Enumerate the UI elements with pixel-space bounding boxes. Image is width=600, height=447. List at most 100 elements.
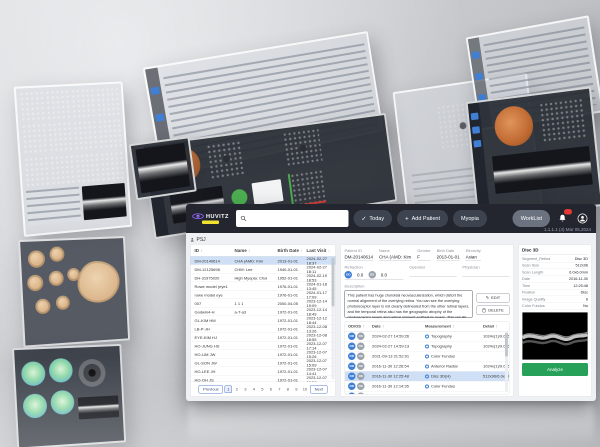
next-page-button[interactable]: Next	[310, 385, 327, 394]
myopia-button[interactable]: Myopia	[453, 210, 487, 227]
floating-screen-topography	[18, 236, 130, 348]
notifications-button[interactable]	[555, 211, 570, 226]
measurement-scrollbar[interactable]	[505, 333, 508, 393]
patient-row[interactable]: DM-12125698 CHM: Lee 1940-01-01 2024-02-…	[191, 265, 336, 274]
measurement-row[interactable]: OD OS 2024-02-27 14:59:13 Topography 102…	[345, 342, 509, 352]
patient-row[interactable]: rowe model eye 1976-01-01 2024-01-17 17:…	[191, 291, 336, 300]
os-badge: OS	[368, 271, 376, 279]
sort-icon: ↕	[382, 324, 384, 329]
measurement-table-body: OD OS 2024-02-27 14:59:26 Topography 102…	[345, 332, 509, 395]
od-badge: OD	[348, 383, 356, 391]
os-badge: OS	[357, 353, 365, 361]
brand-name: HUVITZ	[206, 213, 229, 219]
patient-row[interactable]: LB-P-JH 1972-01-01 2023-12-08 13:26	[191, 325, 336, 334]
worklist-button[interactable]: WorkList	[513, 210, 550, 227]
edit-button[interactable]: ✎ EDIT	[477, 293, 510, 303]
search-input[interactable]	[250, 216, 345, 222]
page-number-button[interactable]: 8	[284, 386, 292, 394]
scan-info-row: Scan Size 512x96	[522, 262, 588, 269]
search-box[interactable]	[236, 210, 349, 227]
patient-row[interactable]: Godwin4-H a-T-a3 1972-01-01 2023-12-14 1…	[191, 308, 336, 317]
bell-icon	[558, 214, 568, 224]
page-number-button[interactable]: 3	[242, 386, 250, 394]
current-user-label: PSJ	[197, 237, 206, 243]
patient-table-scrollbar[interactable]	[332, 258, 335, 380]
content-area: PSJ ID↕ Name↕ Birth Date↕ Last Visit↓ DM…	[186, 233, 596, 401]
sort-measurement[interactable]: Measurement↕	[425, 324, 483, 329]
operator-field: Operator	[409, 265, 456, 280]
measurement-row[interactable]: OD OS 2016-11-30 12:14:35 Color Fundus	[345, 382, 509, 392]
detail-fields-row: Patient ID DM-20140614 Name CHA (AMD: Ki…	[345, 249, 510, 262]
page-number-button[interactable]: 4	[250, 386, 258, 394]
plus-icon: +	[405, 215, 409, 222]
floating-screen-fundus-right	[466, 86, 600, 217]
brand-badge	[202, 221, 219, 225]
search-icon	[240, 215, 247, 222]
page-number-button[interactable]: 7	[276, 386, 284, 394]
od-badge: OD	[348, 373, 356, 381]
version-text: 1.1.1.1 (4) Mar 05,2024	[544, 227, 591, 232]
detail-field: Birth Date 2013-01-01	[437, 249, 460, 262]
patient-row[interactable]: DM-20140614 CHA (AMD: Kim 2013-01-01 202…	[191, 257, 336, 266]
patient-row[interactable]: HO-LEE JH 1972-01-01 2023-12-07 14:41	[191, 367, 336, 376]
sort-icon: ↓	[328, 248, 330, 253]
sort-date[interactable]: Date↕	[372, 324, 425, 329]
patient-row[interactable]: Rowe model (eye1 1976-01-01 2024-01-18 1…	[191, 282, 336, 291]
scan-info-row: Scan Length 6.0x6.0mm	[522, 269, 588, 276]
scan-info-row: Segment_Retina Disc 3D	[522, 256, 588, 263]
measurement-row[interactable]: OD OS 2016-11-30 12:14:11 Macular Wide(H…	[345, 392, 509, 395]
check-icon: ✓	[361, 215, 366, 222]
patient-row[interactable]: HO-LIM JW 1972-01-01 2023-12-07 15:26	[191, 350, 336, 359]
delete-button[interactable]: DELETE	[477, 306, 510, 316]
page-number-button[interactable]: 6	[267, 386, 275, 394]
patient-detail-panel: Patient ID DM-20140614 Name CHA (AMD: Ki…	[340, 244, 514, 397]
patient-row[interactable]: EYE-KIM HJ 1972-01-01 2023-12-08 18:55	[191, 333, 336, 342]
account-button[interactable]	[575, 211, 590, 226]
add-patient-button[interactable]: + Add Patient	[397, 210, 448, 227]
patient-table-header: ID↕ Name↕ Birth Date↕ Last Visit↓	[191, 245, 336, 257]
patient-row[interactable]: HO-JUNG HS 1972-01-01 2023-12-07 17:14	[191, 342, 336, 351]
measurement-row[interactable]: OD OS 2016-11-30 12:25:48 Disc 3D(H) 512…	[345, 372, 509, 382]
scan-info-panel: Disc 3D Segment_Retina Disc 3D Scan Size…	[518, 244, 592, 397]
scan-info-rows: Segment_Retina Disc 3D Scan Size 512x96 …	[522, 256, 588, 310]
measurement-type-icon	[425, 334, 429, 338]
measurement-row[interactable]: OD OS 2021-09-13 21:52:01 Color Fundus	[345, 352, 509, 362]
measurement-type-icon	[425, 364, 429, 368]
sort-last-visit[interactable]: Last Visit↓	[307, 248, 336, 253]
page-number-button[interactable]: 2	[233, 386, 241, 394]
patient-row[interactable]: DH-31975020 High Myopia: Choi 1952-01-01…	[191, 274, 336, 283]
os-badge: OS	[357, 333, 365, 341]
user-icon	[577, 213, 588, 224]
scan-title: Disc 3D	[522, 248, 588, 255]
sort-detail[interactable]: Detail↕	[483, 324, 509, 329]
measurement-type-icon	[425, 354, 429, 358]
sort-icon: ↕	[201, 248, 203, 253]
patient-row[interactable]: GL-SON JW 1972-01-01 2023-12-07 15:09	[191, 359, 336, 368]
sort-birth-date[interactable]: Birth Date↕	[278, 248, 307, 253]
top-toolbar: HUVITZ ✓ Today + Add Patient Myopia	[186, 204, 596, 233]
previous-page-button[interactable]: Previous	[199, 385, 224, 394]
page-number-button[interactable]: 5	[259, 386, 267, 394]
page-number-button[interactable]: 10	[301, 386, 309, 394]
sort-odos[interactable]: OD/OS↕	[348, 324, 372, 329]
measurement-row[interactable]: OD OS 2016-11-30 12:26:54 Anterior Radia…	[345, 362, 509, 372]
page-number-button[interactable]: 9	[293, 386, 301, 394]
description-label: Description	[345, 284, 510, 289]
sort-icon: ↕	[248, 248, 250, 253]
patient-row[interactable]: GL-KIM HM 1972-01-01 2023-12-12 18:44	[191, 316, 336, 325]
page-number-button[interactable]: 1	[225, 386, 233, 394]
measurement-row[interactable]: OD OS 2024-02-27 14:59:26 Topography 102…	[345, 332, 509, 342]
operator-value	[409, 271, 456, 277]
detail-fields-row2: Refraction OD 0.0 OS 0.0 Operator Phy	[345, 265, 510, 280]
patient-row[interactable]: 007 1 1 1 2000-04-05 2023-12-14 19:09	[191, 299, 336, 308]
app-window: HUVITZ ✓ Today + Add Patient Myopia	[186, 204, 596, 401]
sort-name[interactable]: Name↕	[235, 248, 278, 253]
oct-preview-image[interactable]	[522, 312, 588, 360]
analyze-button[interactable]: Analyze	[522, 363, 588, 376]
floating-screen-oct-small	[129, 136, 197, 200]
floating-screen-visual-field	[12, 344, 126, 447]
description-textarea[interactable]: This patient has huge choroidal neovascu…	[345, 290, 473, 318]
sort-id[interactable]: ID↕	[195, 248, 235, 253]
pencil-icon: ✎	[486, 296, 489, 301]
today-button[interactable]: ✓ Today	[353, 210, 392, 227]
